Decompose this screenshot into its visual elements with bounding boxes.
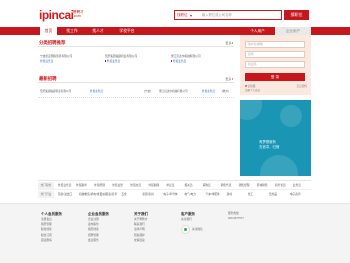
list-item: 佰乐集团福建鞋业有限公司 外贸业务员 [宁波] 浙江贝达尔机械有限公司 外贸业务… xyxy=(38,89,234,95)
wechat-label[interactable]: 关注微信 xyxy=(192,227,203,232)
site-footer: 个人会员服务 注册会员 简历管理 职位搜索 职位订阅 面试邀请 企业会员服务 企… xyxy=(0,203,350,263)
hot-job-link[interactable]: 采购员 xyxy=(203,182,211,189)
hot-industry-link[interactable]: 电子商务 xyxy=(290,191,301,198)
footer-link[interactable]: 面试邀请 xyxy=(41,238,62,243)
recent-location: [宁波] xyxy=(144,90,151,93)
search-button[interactable]: 搜职位 xyxy=(284,10,309,20)
footer-col-service: 客户服务 关注我们 xyxy=(181,211,195,222)
recent-location: [杭州] xyxy=(222,90,229,93)
hot-jobs-row: 热门职位 外贸业务员 外贸跟单 外贸经理 外贸主管 外贸文员 外贸助理 单证员 报关员 采购员 销… xyxy=(38,180,311,189)
featured-section-header: 分类招聘推荐 更多 xyxy=(38,40,234,47)
password-field[interactable]: 密码 xyxy=(245,51,305,58)
footer-wechat: 关注微信 xyxy=(192,227,203,232)
job-company[interactable]: 佰乐集团福建鞋业有限公司 xyxy=(105,55,137,59)
job-title-link[interactable]: 外贸业务员 xyxy=(105,60,120,64)
username-field[interactable]: 用户名/邮箱 xyxy=(245,41,305,48)
hot-industry-link[interactable]: 贸易/进出口 xyxy=(58,191,72,198)
job-company[interactable]: 宁波凯诺国际贸易有限公司 xyxy=(40,55,72,59)
bubble-decoration xyxy=(260,155,298,176)
hot-industry-link[interactable]: 建材 xyxy=(227,191,232,198)
hot-jobs-label: 热门职位 xyxy=(38,182,54,189)
job-card[interactable]: 佰乐集团福建鞋业有限公司 外贸业务员 xyxy=(105,55,168,67)
footer-col-hotline: 服务热线 400-6677577 xyxy=(228,211,244,221)
recent-company[interactable]: 浙江贝达尔机械有限公司 xyxy=(159,89,188,95)
search-input[interactable]: 找职位 输入职位或公司名称 xyxy=(174,10,282,20)
hot-industries-row: 热门行业 贸易/进出口 机械制造/机电/重工 纺织服装/皮革 五金 家居/家具 电子/半导… xyxy=(38,189,311,198)
job-title-link[interactable]: 外贸业务员 xyxy=(40,60,53,64)
footer-col-personal: 个人会员服务 注册会员 简历管理 职位搜索 职位订阅 面试邀请 xyxy=(41,211,62,243)
hot-job-link[interactable]: 外贸文员 xyxy=(130,182,141,189)
footer-col-company: 企业会员服务 企业注册 发布职位 简历搜索 招聘管理 会员服务 xyxy=(88,211,109,243)
forgot-password-link[interactable]: 忘记密码 xyxy=(297,85,307,88)
search-category-select[interactable]: 找职位 xyxy=(177,13,188,18)
hot-job-link[interactable]: 外贸业务员 xyxy=(58,182,71,189)
job-company[interactable]: 浙江贝达尔机械有限公司 xyxy=(171,55,201,59)
recent-section-header: 最新招聘 更多 xyxy=(38,76,234,83)
hot-industry-link[interactable]: 机械制造/机电/重工 xyxy=(79,191,102,198)
login-button[interactable]: 登 录 xyxy=(245,73,305,81)
hot-industry-link[interactable]: 五金 xyxy=(121,191,126,198)
footer-col-about: 关于我们 关于聘聘才 联系我们 法律声明 隐私保护 友情链接 xyxy=(134,211,148,243)
logo-sub-text: 聘聘才 .com xyxy=(73,10,84,18)
banner-slogan-line2: 去追寻，归宿 xyxy=(259,145,280,149)
nav-find-talent[interactable]: 找人才 xyxy=(86,27,110,35)
hot-industry-link[interactable]: 日用品 xyxy=(269,191,277,198)
footer-link[interactable]: 友情链接 xyxy=(134,238,148,243)
hot-job-link[interactable]: 报关员 xyxy=(185,182,193,189)
hotline-number: 400-6677577 xyxy=(228,217,244,221)
hot-industries-label: 热门行业 xyxy=(38,191,54,198)
hot-industry-link[interactable]: 化工 xyxy=(248,191,253,198)
site-logo[interactable]: ipincai 聘聘才 .com xyxy=(39,8,84,22)
logo-main-text: ipincai xyxy=(39,8,74,22)
hot-industry-link[interactable]: 汽车/零配件 xyxy=(206,191,220,198)
recent-more-link[interactable]: 更多 xyxy=(225,77,233,81)
hot-job-link[interactable]: 业务员 xyxy=(293,182,301,189)
hot-job-link[interactable]: 外贸跟单 xyxy=(76,182,87,189)
hot-job-link[interactable]: 商务专员 xyxy=(275,182,286,189)
promo-banner[interactable]: 有梦想就有 去追寻，归宿 xyxy=(240,100,311,176)
nav-home[interactable]: 首页 xyxy=(40,27,57,35)
login-panel: 个人用户 企业用户 用户名/邮箱 密码 验证码 登 录 记住我 忘记密码 注册个… xyxy=(240,27,311,95)
hot-industry-link[interactable]: 纺织服装/皮革 xyxy=(100,191,117,198)
recent-job-link[interactable]: 外贸业务员 xyxy=(90,89,103,95)
recent-title: 最新招聘 xyxy=(39,76,57,81)
bubble-decoration xyxy=(240,100,262,120)
featured-title: 分类招聘推荐 xyxy=(39,40,66,45)
hot-job-link[interactable]: 单证员 xyxy=(166,182,174,189)
wechat-icon[interactable] xyxy=(181,225,190,234)
chevron-down-icon xyxy=(190,15,192,17)
job-title-link[interactable]: 外贸业务员 xyxy=(171,60,186,64)
captcha-field[interactable]: 验证码 xyxy=(245,61,305,68)
nav-school-platform[interactable]: 学校平台 xyxy=(113,27,141,35)
hot-industry-link[interactable]: 电气/电力 xyxy=(185,191,197,198)
hot-job-link[interactable]: 销售代表 xyxy=(221,182,232,189)
footer-link[interactable]: 关注我们 xyxy=(181,217,195,222)
hot-job-link[interactable]: 外贸助理 xyxy=(148,182,159,189)
footer-link[interactable]: 会员服务 xyxy=(88,238,109,243)
register-link[interactable]: 注册个人会员 xyxy=(245,89,260,92)
hot-job-link[interactable]: 外贸经理 xyxy=(94,182,105,189)
hot-industry-link[interactable]: 家居/家具 xyxy=(142,191,154,198)
banner-slogan-line1: 有梦想就有 xyxy=(259,140,276,144)
hot-job-link[interactable]: 外贸主管 xyxy=(112,182,123,189)
featured-more-link[interactable]: 更多 xyxy=(225,41,233,45)
bubble-decoration xyxy=(280,105,302,127)
recent-company[interactable]: 佰乐集团福建鞋业有限公司 xyxy=(40,89,71,95)
divider xyxy=(38,97,234,98)
hot-job-link[interactable]: 区域销售 xyxy=(257,182,268,189)
recent-job-link[interactable]: 外贸业务员 xyxy=(202,89,215,95)
search-placeholder: 输入职位或公司名称 xyxy=(202,13,232,17)
remember-checkbox[interactable]: 记住我 xyxy=(245,85,255,88)
job-card[interactable]: 浙江贝达尔机械有限公司 外贸业务员 xyxy=(171,55,234,67)
tab-personal-user[interactable]: 个人用户 xyxy=(240,27,275,35)
tab-company-user[interactable]: 企业用户 xyxy=(275,27,311,35)
hot-industry-link[interactable]: 电子/半导体 xyxy=(163,191,177,198)
job-card[interactable]: 宁波凯诺国际贸易有限公司 外贸业务员 xyxy=(40,55,103,67)
hot-job-link[interactable]: 销售经理 xyxy=(239,182,250,189)
nav-find-jobs[interactable]: 找工作 xyxy=(60,27,84,35)
